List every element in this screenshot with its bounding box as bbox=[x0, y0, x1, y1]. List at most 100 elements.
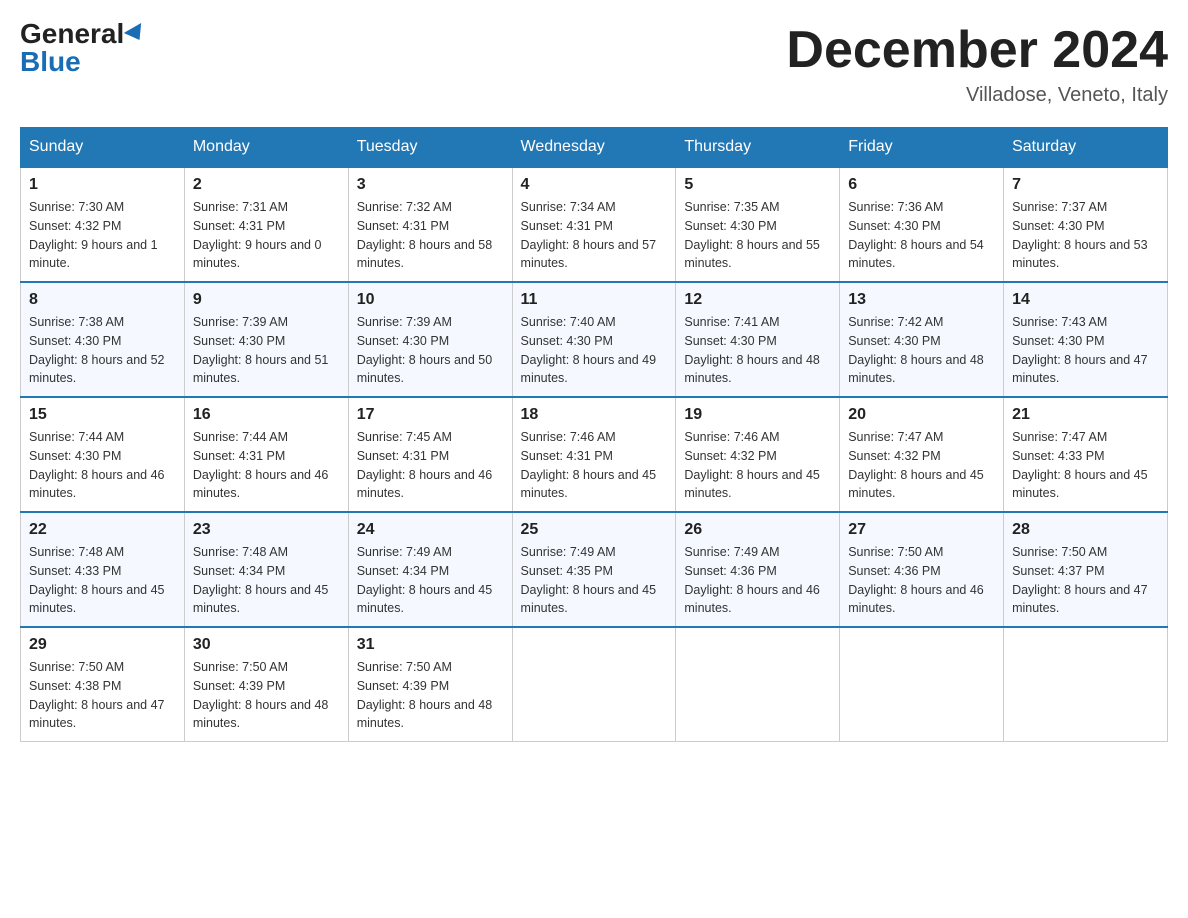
logo-general-text: General bbox=[20, 20, 124, 48]
calendar-cell: 14 Sunrise: 7:43 AM Sunset: 4:30 PM Dayl… bbox=[1004, 282, 1168, 397]
day-info: Sunrise: 7:36 AM Sunset: 4:30 PM Dayligh… bbox=[848, 198, 995, 273]
calendar-cell: 17 Sunrise: 7:45 AM Sunset: 4:31 PM Dayl… bbox=[348, 397, 512, 512]
calendar-week-row: 29 Sunrise: 7:50 AM Sunset: 4:38 PM Dayl… bbox=[21, 627, 1168, 742]
calendar-cell: 3 Sunrise: 7:32 AM Sunset: 4:31 PM Dayli… bbox=[348, 167, 512, 282]
calendar-cell: 10 Sunrise: 7:39 AM Sunset: 4:30 PM Dayl… bbox=[348, 282, 512, 397]
day-number: 12 bbox=[684, 291, 831, 309]
column-header-wednesday: Wednesday bbox=[512, 128, 676, 168]
calendar-cell: 25 Sunrise: 7:49 AM Sunset: 4:35 PM Dayl… bbox=[512, 512, 676, 627]
calendar-cell bbox=[512, 627, 676, 742]
day-info: Sunrise: 7:31 AM Sunset: 4:31 PM Dayligh… bbox=[193, 198, 340, 273]
calendar-cell: 20 Sunrise: 7:47 AM Sunset: 4:32 PM Dayl… bbox=[840, 397, 1004, 512]
calendar-cell: 13 Sunrise: 7:42 AM Sunset: 4:30 PM Dayl… bbox=[840, 282, 1004, 397]
calendar-cell bbox=[1004, 627, 1168, 742]
day-number: 1 bbox=[29, 176, 176, 194]
calendar-cell: 5 Sunrise: 7:35 AM Sunset: 4:30 PM Dayli… bbox=[676, 167, 840, 282]
calendar-cell: 23 Sunrise: 7:48 AM Sunset: 4:34 PM Dayl… bbox=[184, 512, 348, 627]
day-info: Sunrise: 7:44 AM Sunset: 4:31 PM Dayligh… bbox=[193, 428, 340, 503]
calendar-header-row: SundayMondayTuesdayWednesdayThursdayFrid… bbox=[21, 128, 1168, 168]
day-number: 24 bbox=[357, 521, 504, 539]
day-info: Sunrise: 7:46 AM Sunset: 4:32 PM Dayligh… bbox=[684, 428, 831, 503]
day-number: 17 bbox=[357, 406, 504, 424]
day-number: 21 bbox=[1012, 406, 1159, 424]
day-info: Sunrise: 7:49 AM Sunset: 4:36 PM Dayligh… bbox=[684, 543, 831, 618]
calendar-cell: 15 Sunrise: 7:44 AM Sunset: 4:30 PM Dayl… bbox=[21, 397, 185, 512]
day-info: Sunrise: 7:42 AM Sunset: 4:30 PM Dayligh… bbox=[848, 313, 995, 388]
title-area: December 2024 Villadose, Veneto, Italy bbox=[786, 20, 1168, 107]
day-info: Sunrise: 7:41 AM Sunset: 4:30 PM Dayligh… bbox=[684, 313, 831, 388]
day-number: 7 bbox=[1012, 176, 1159, 194]
column-header-thursday: Thursday bbox=[676, 128, 840, 168]
column-header-sunday: Sunday bbox=[21, 128, 185, 168]
day-info: Sunrise: 7:37 AM Sunset: 4:30 PM Dayligh… bbox=[1012, 198, 1159, 273]
calendar-week-row: 15 Sunrise: 7:44 AM Sunset: 4:30 PM Dayl… bbox=[21, 397, 1168, 512]
logo-triangle-icon bbox=[124, 23, 148, 45]
day-info: Sunrise: 7:50 AM Sunset: 4:38 PM Dayligh… bbox=[29, 658, 176, 733]
day-number: 26 bbox=[684, 521, 831, 539]
day-number: 8 bbox=[29, 291, 176, 309]
column-header-saturday: Saturday bbox=[1004, 128, 1168, 168]
logo-blue-text: Blue bbox=[20, 48, 81, 76]
day-number: 13 bbox=[848, 291, 995, 309]
day-number: 15 bbox=[29, 406, 176, 424]
calendar-cell: 26 Sunrise: 7:49 AM Sunset: 4:36 PM Dayl… bbox=[676, 512, 840, 627]
day-number: 22 bbox=[29, 521, 176, 539]
calendar-cell: 6 Sunrise: 7:36 AM Sunset: 4:30 PM Dayli… bbox=[840, 167, 1004, 282]
day-number: 4 bbox=[521, 176, 668, 194]
calendar-week-row: 8 Sunrise: 7:38 AM Sunset: 4:30 PM Dayli… bbox=[21, 282, 1168, 397]
calendar-cell: 29 Sunrise: 7:50 AM Sunset: 4:38 PM Dayl… bbox=[21, 627, 185, 742]
day-info: Sunrise: 7:50 AM Sunset: 4:39 PM Dayligh… bbox=[357, 658, 504, 733]
calendar-cell bbox=[840, 627, 1004, 742]
day-info: Sunrise: 7:39 AM Sunset: 4:30 PM Dayligh… bbox=[357, 313, 504, 388]
day-info: Sunrise: 7:49 AM Sunset: 4:34 PM Dayligh… bbox=[357, 543, 504, 618]
day-info: Sunrise: 7:47 AM Sunset: 4:33 PM Dayligh… bbox=[1012, 428, 1159, 503]
day-number: 30 bbox=[193, 636, 340, 654]
calendar-cell: 1 Sunrise: 7:30 AM Sunset: 4:32 PM Dayli… bbox=[21, 167, 185, 282]
calendar-cell: 22 Sunrise: 7:48 AM Sunset: 4:33 PM Dayl… bbox=[21, 512, 185, 627]
column-header-friday: Friday bbox=[840, 128, 1004, 168]
day-info: Sunrise: 7:35 AM Sunset: 4:30 PM Dayligh… bbox=[684, 198, 831, 273]
day-info: Sunrise: 7:49 AM Sunset: 4:35 PM Dayligh… bbox=[521, 543, 668, 618]
calendar-cell: 27 Sunrise: 7:50 AM Sunset: 4:36 PM Dayl… bbox=[840, 512, 1004, 627]
calendar-table: SundayMondayTuesdayWednesdayThursdayFrid… bbox=[20, 127, 1168, 742]
page-header: General Blue December 2024 Villadose, Ve… bbox=[20, 20, 1168, 107]
day-info: Sunrise: 7:48 AM Sunset: 4:34 PM Dayligh… bbox=[193, 543, 340, 618]
calendar-cell: 9 Sunrise: 7:39 AM Sunset: 4:30 PM Dayli… bbox=[184, 282, 348, 397]
location-subtitle: Villadose, Veneto, Italy bbox=[786, 84, 1168, 107]
day-info: Sunrise: 7:50 AM Sunset: 4:37 PM Dayligh… bbox=[1012, 543, 1159, 618]
day-number: 11 bbox=[521, 291, 668, 309]
day-info: Sunrise: 7:50 AM Sunset: 4:39 PM Dayligh… bbox=[193, 658, 340, 733]
day-number: 23 bbox=[193, 521, 340, 539]
day-number: 19 bbox=[684, 406, 831, 424]
calendar-cell: 31 Sunrise: 7:50 AM Sunset: 4:39 PM Dayl… bbox=[348, 627, 512, 742]
day-number: 6 bbox=[848, 176, 995, 194]
logo: General Blue bbox=[20, 20, 146, 76]
calendar-cell: 28 Sunrise: 7:50 AM Sunset: 4:37 PM Dayl… bbox=[1004, 512, 1168, 627]
day-number: 18 bbox=[521, 406, 668, 424]
calendar-week-row: 22 Sunrise: 7:48 AM Sunset: 4:33 PM Dayl… bbox=[21, 512, 1168, 627]
calendar-cell: 11 Sunrise: 7:40 AM Sunset: 4:30 PM Dayl… bbox=[512, 282, 676, 397]
day-info: Sunrise: 7:30 AM Sunset: 4:32 PM Dayligh… bbox=[29, 198, 176, 273]
day-info: Sunrise: 7:38 AM Sunset: 4:30 PM Dayligh… bbox=[29, 313, 176, 388]
day-info: Sunrise: 7:40 AM Sunset: 4:30 PM Dayligh… bbox=[521, 313, 668, 388]
day-info: Sunrise: 7:39 AM Sunset: 4:30 PM Dayligh… bbox=[193, 313, 340, 388]
day-info: Sunrise: 7:48 AM Sunset: 4:33 PM Dayligh… bbox=[29, 543, 176, 618]
day-number: 5 bbox=[684, 176, 831, 194]
day-number: 3 bbox=[357, 176, 504, 194]
column-header-tuesday: Tuesday bbox=[348, 128, 512, 168]
calendar-cell: 21 Sunrise: 7:47 AM Sunset: 4:33 PM Dayl… bbox=[1004, 397, 1168, 512]
day-number: 10 bbox=[357, 291, 504, 309]
day-info: Sunrise: 7:46 AM Sunset: 4:31 PM Dayligh… bbox=[521, 428, 668, 503]
calendar-cell: 19 Sunrise: 7:46 AM Sunset: 4:32 PM Dayl… bbox=[676, 397, 840, 512]
day-info: Sunrise: 7:32 AM Sunset: 4:31 PM Dayligh… bbox=[357, 198, 504, 273]
calendar-cell bbox=[676, 627, 840, 742]
day-info: Sunrise: 7:50 AM Sunset: 4:36 PM Dayligh… bbox=[848, 543, 995, 618]
day-info: Sunrise: 7:43 AM Sunset: 4:30 PM Dayligh… bbox=[1012, 313, 1159, 388]
calendar-cell: 2 Sunrise: 7:31 AM Sunset: 4:31 PM Dayli… bbox=[184, 167, 348, 282]
calendar-cell: 8 Sunrise: 7:38 AM Sunset: 4:30 PM Dayli… bbox=[21, 282, 185, 397]
column-header-monday: Monday bbox=[184, 128, 348, 168]
calendar-cell: 18 Sunrise: 7:46 AM Sunset: 4:31 PM Dayl… bbox=[512, 397, 676, 512]
day-number: 28 bbox=[1012, 521, 1159, 539]
day-number: 14 bbox=[1012, 291, 1159, 309]
day-number: 25 bbox=[521, 521, 668, 539]
